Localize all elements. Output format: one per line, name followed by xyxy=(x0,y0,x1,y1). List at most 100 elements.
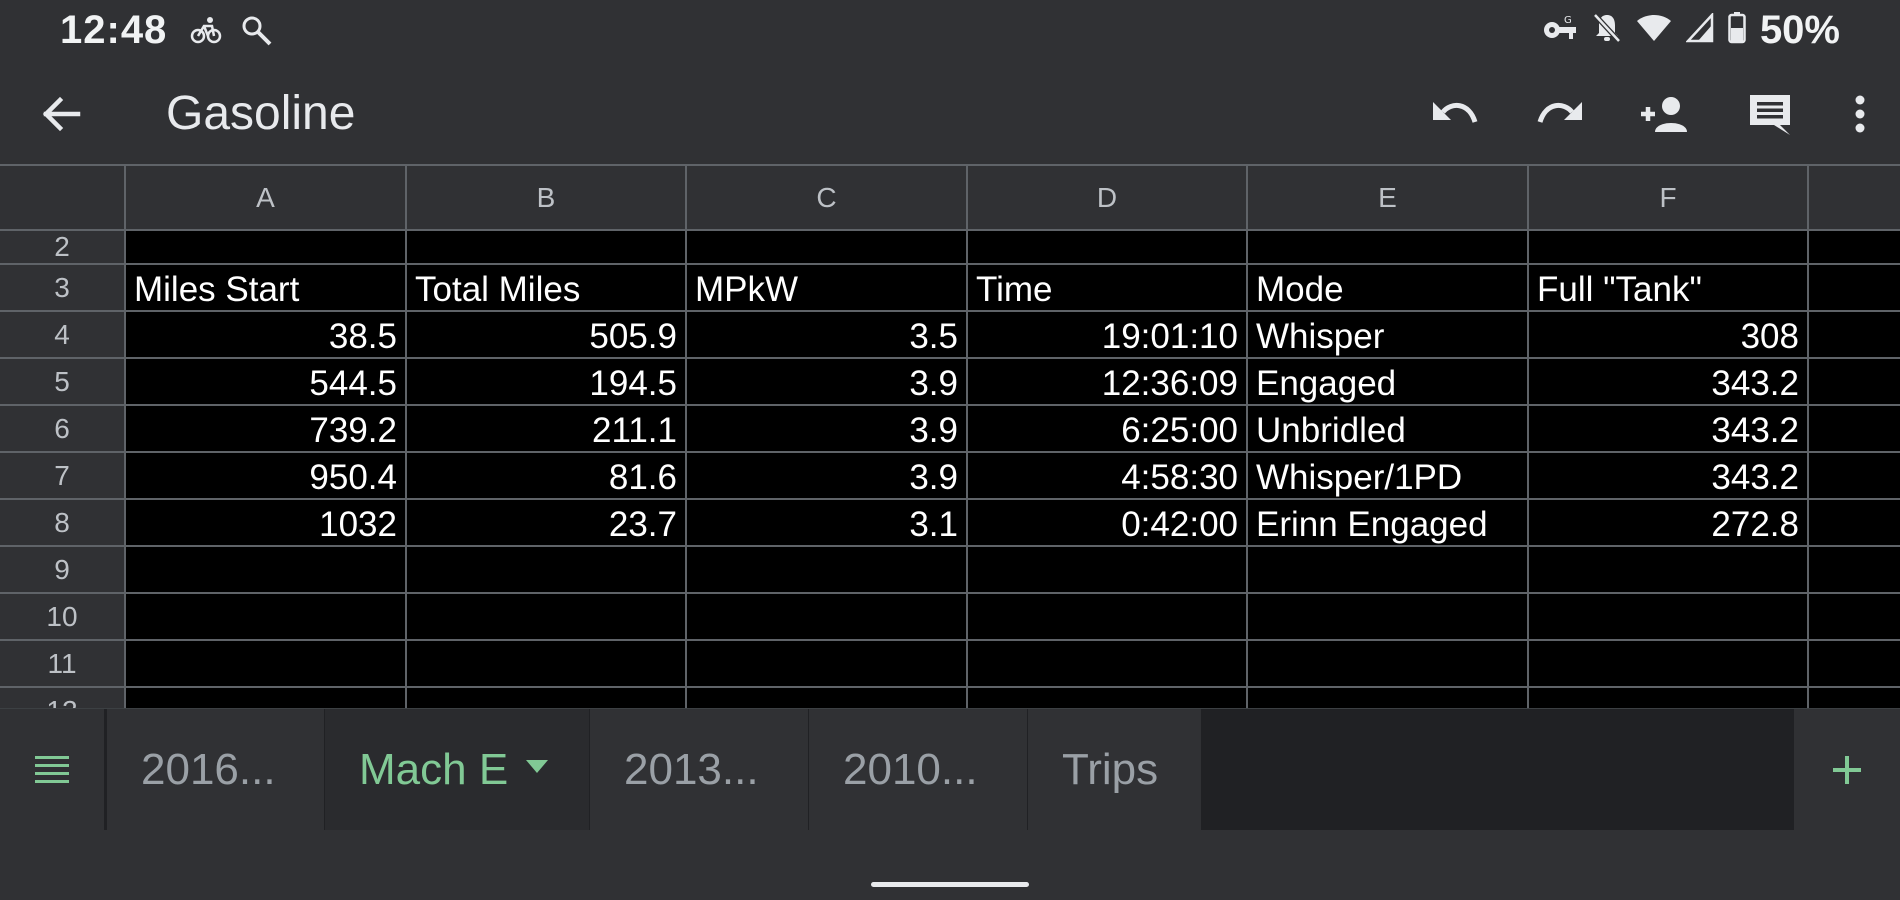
row-header[interactable]: 7 xyxy=(0,453,126,498)
grid-cell-c12[interactable] xyxy=(687,688,968,708)
grid-cell-d5[interactable]: 12:36:09 xyxy=(968,359,1248,404)
undo-button[interactable] xyxy=(1425,84,1485,144)
grid-cell-g12[interactable] xyxy=(1809,688,1900,708)
grid-cell-g2[interactable] xyxy=(1809,231,1900,263)
grid-cell-g9[interactable] xyxy=(1809,547,1900,592)
grid-cell-f10[interactable] xyxy=(1529,594,1809,639)
grid-cell-f8[interactable]: 272.8 xyxy=(1529,500,1809,545)
grid-cell-d10[interactable] xyxy=(968,594,1248,639)
grid-cell-a11[interactable] xyxy=(126,641,407,686)
grid-cell-e3[interactable]: Mode xyxy=(1248,265,1529,310)
grid-cell-e12[interactable] xyxy=(1248,688,1529,708)
grid-cell-e9[interactable] xyxy=(1248,547,1529,592)
select-all-corner[interactable] xyxy=(0,166,126,231)
home-gesture-handle[interactable] xyxy=(871,882,1029,887)
row-header[interactable]: 10 xyxy=(0,594,126,639)
row-header[interactable]: 9 xyxy=(0,547,126,592)
add-sheet-button[interactable] xyxy=(1793,709,1900,831)
grid-cell-b7[interactable]: 81.6 xyxy=(407,453,687,498)
grid-cell-d3[interactable]: Time xyxy=(968,265,1248,310)
grid-cell-e7[interactable]: Whisper/1PD xyxy=(1248,453,1529,498)
row-header[interactable]: 5 xyxy=(0,359,126,404)
grid-cell-f2[interactable] xyxy=(1529,231,1809,263)
document-title[interactable]: Gasoline xyxy=(166,86,355,141)
spreadsheet-grid[interactable]: A B C D E F 2 3 Miles Start Total Miles MPkW… xyxy=(0,164,1900,708)
grid-cell-a12[interactable] xyxy=(126,688,407,708)
comments-button[interactable] xyxy=(1740,84,1800,144)
grid-cell-b10[interactable] xyxy=(407,594,687,639)
grid-cell-e5[interactable]: Engaged xyxy=(1248,359,1529,404)
grid-cell-b4[interactable]: 505.9 xyxy=(407,312,687,357)
grid-cell-g4[interactable] xyxy=(1809,312,1900,357)
sheet-tab-mach-e[interactable]: Mach E xyxy=(324,709,589,831)
grid-cell-d7[interactable]: 4:58:30 xyxy=(968,453,1248,498)
grid-cell-b11[interactable] xyxy=(407,641,687,686)
grid-cell-c2[interactable] xyxy=(687,231,968,263)
row-header[interactable]: 11 xyxy=(0,641,126,686)
back-button[interactable] xyxy=(36,88,88,140)
grid-cell-a6[interactable]: 739.2 xyxy=(126,406,407,451)
sheet-options-caret-icon[interactable] xyxy=(526,759,549,773)
grid-cell-c4[interactable]: 3.5 xyxy=(687,312,968,357)
grid-cell-b12[interactable] xyxy=(407,688,687,708)
grid-cell-f7[interactable]: 343.2 xyxy=(1529,453,1809,498)
grid-cell-a5[interactable]: 544.5 xyxy=(126,359,407,404)
grid-cell-g5[interactable] xyxy=(1809,359,1900,404)
grid-cell-e11[interactable] xyxy=(1248,641,1529,686)
grid-cell-e6[interactable]: Unbridled xyxy=(1248,406,1529,451)
grid-cell-g8[interactable] xyxy=(1809,500,1900,545)
grid-cell-c11[interactable] xyxy=(687,641,968,686)
grid-cell-g6[interactable] xyxy=(1809,406,1900,451)
column-header-a[interactable]: A xyxy=(126,166,407,229)
grid-cell-d6[interactable]: 6:25:00 xyxy=(968,406,1248,451)
grid-cell-g7[interactable] xyxy=(1809,453,1900,498)
grid-cell-c9[interactable] xyxy=(687,547,968,592)
grid-cell-e8[interactable]: Erinn Engaged xyxy=(1248,500,1529,545)
grid-cell-a8[interactable]: 1032 xyxy=(126,500,407,545)
grid-cell-f11[interactable] xyxy=(1529,641,1809,686)
grid-cell-b2[interactable] xyxy=(407,231,687,263)
sheet-tab-2016[interactable]: 2016... xyxy=(106,709,324,831)
grid-cell-f9[interactable] xyxy=(1529,547,1809,592)
grid-cell-d8[interactable]: 0:42:00 xyxy=(968,500,1248,545)
grid-cell-a10[interactable] xyxy=(126,594,407,639)
grid-cell-a4[interactable]: 38.5 xyxy=(126,312,407,357)
grid-cell-f3[interactable]: Full "Tank" xyxy=(1529,265,1809,310)
column-header-c[interactable]: C xyxy=(687,166,968,229)
column-header-b[interactable]: B xyxy=(407,166,687,229)
grid-cell-b3[interactable]: Total Miles xyxy=(407,265,687,310)
redo-button[interactable] xyxy=(1530,84,1590,144)
grid-cell-e4[interactable]: Whisper xyxy=(1248,312,1529,357)
grid-cell-a7[interactable]: 950.4 xyxy=(126,453,407,498)
grid-cell-a9[interactable] xyxy=(126,547,407,592)
row-header[interactable]: 3 xyxy=(0,265,126,310)
grid-cell-d11[interactable] xyxy=(968,641,1248,686)
grid-cell-c6[interactable]: 3.9 xyxy=(687,406,968,451)
sheet-tab-2013[interactable]: 2013... xyxy=(589,709,808,831)
grid-cell-d2[interactable] xyxy=(968,231,1248,263)
grid-cell-c5[interactable]: 3.9 xyxy=(687,359,968,404)
grid-cell-a3[interactable]: Miles Start xyxy=(126,265,407,310)
sheet-tab-2010[interactable]: 2010... xyxy=(808,709,1027,831)
grid-cell-f6[interactable]: 343.2 xyxy=(1529,406,1809,451)
grid-cell-g10[interactable] xyxy=(1809,594,1900,639)
grid-cell-d9[interactable] xyxy=(968,547,1248,592)
grid-cell-b9[interactable] xyxy=(407,547,687,592)
grid-cell-d4[interactable]: 19:01:10 xyxy=(968,312,1248,357)
grid-cell-g11[interactable] xyxy=(1809,641,1900,686)
grid-cell-f4[interactable]: 308 xyxy=(1529,312,1809,357)
grid-cell-a2[interactable] xyxy=(126,231,407,263)
grid-cell-d12[interactable] xyxy=(968,688,1248,708)
grid-cell-c7[interactable]: 3.9 xyxy=(687,453,968,498)
column-header-g[interactable] xyxy=(1809,166,1900,229)
column-header-d[interactable]: D xyxy=(968,166,1248,229)
row-header[interactable]: 6 xyxy=(0,406,126,451)
row-header[interactable]: 8 xyxy=(0,500,126,545)
grid-cell-c10[interactable] xyxy=(687,594,968,639)
grid-cell-b5[interactable]: 194.5 xyxy=(407,359,687,404)
sheet-tab-trips[interactable]: Trips xyxy=(1027,709,1202,831)
grid-cell-c3[interactable]: MPkW xyxy=(687,265,968,310)
column-header-e[interactable]: E xyxy=(1248,166,1529,229)
column-header-f[interactable]: F xyxy=(1529,166,1809,229)
grid-cell-f12[interactable] xyxy=(1529,688,1809,708)
